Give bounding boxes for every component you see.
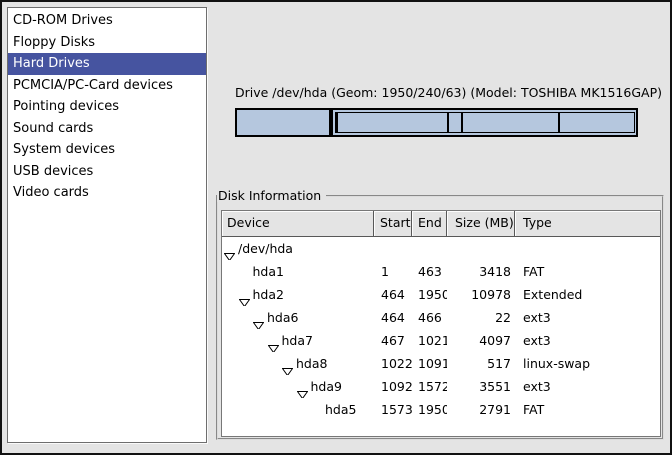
device-cell: hda6 (222, 306, 374, 329)
start-cell: 464 (374, 283, 412, 306)
expander-triangle-icon[interactable] (268, 337, 279, 345)
partition-segment-hda7 (337, 112, 449, 133)
start-cell: 467 (374, 329, 412, 352)
table-header-row: DeviceStartEndSize (MB)Type (222, 211, 660, 237)
start-cell: 1 (374, 260, 412, 283)
sidebar-item-pointing-devices[interactable]: Pointing devices (8, 96, 206, 118)
device-name: hda7 (282, 329, 313, 352)
size-cell: 2791 (447, 398, 515, 421)
size-cell: 3551 (447, 375, 515, 398)
sidebar-item-usb-devices[interactable]: USB devices (8, 161, 206, 183)
column-header-start[interactable]: Start (374, 211, 412, 237)
sidebar-item-system-devices[interactable]: System devices (8, 139, 206, 161)
type-cell: FAT (515, 398, 660, 421)
expander-triangle-icon[interactable] (297, 383, 308, 391)
device-category-list[interactable]: CD-ROM DrivesFloppy DisksHard DrivesPCMC… (7, 7, 207, 443)
device-name: hda2 (253, 283, 284, 306)
column-header-device[interactable]: Device (222, 211, 374, 237)
type-cell: FAT (515, 260, 660, 283)
end-cell: 463 (412, 260, 447, 283)
table-body: /dev/hda hda1 1 463 3418 FAT hda2 464 19… (222, 237, 660, 421)
partition-segment-hda8 (448, 112, 462, 133)
device-cell: hda9 (222, 375, 374, 398)
type-cell: linux-swap (515, 352, 660, 375)
table-row[interactable]: hda8 1022 1091 517 linux-swap (222, 352, 660, 375)
size-cell: 517 (447, 352, 515, 375)
partition-segment-hda5 (559, 112, 635, 133)
device-cell: /dev/hda (222, 237, 374, 260)
table-row[interactable]: hda6 464 466 22 ext3 (222, 306, 660, 329)
end-cell: 1950 (412, 398, 447, 421)
size-cell: 4097 (447, 329, 515, 352)
size-cell: 10978 (447, 283, 515, 306)
partition-bar (235, 108, 638, 137)
table-row[interactable]: hda5 1573 1950 2791 FAT (222, 398, 660, 421)
device-cell: hda5 (222, 398, 374, 421)
column-header-type[interactable]: Type (515, 211, 660, 237)
device-name: hda1 (253, 260, 284, 283)
sidebar-item-floppy-disks[interactable]: Floppy Disks (8, 32, 206, 54)
end-cell: 1021 (412, 329, 447, 352)
hardware-browser-window: CD-ROM DrivesFloppy DisksHard DrivesPCMC… (0, 0, 672, 455)
table-row[interactable]: hda9 1092 1572 3551 ext3 (222, 375, 660, 398)
device-name: hda5 (325, 398, 356, 421)
table-row[interactable]: hda2 464 1950 10978 Extended (222, 283, 660, 306)
sidebar-item-cd-rom-drives[interactable]: CD-ROM Drives (8, 10, 206, 32)
partition-segment-hda2 (331, 108, 638, 137)
partition-segment-hda9 (462, 112, 559, 133)
device-cell: hda7 (222, 329, 374, 352)
sidebar-item-video-cards[interactable]: Video cards (8, 182, 206, 204)
device-name: hda9 (311, 375, 342, 398)
expander-triangle-icon[interactable] (282, 360, 293, 368)
end-cell: 1572 (412, 375, 447, 398)
drive-info-label: Drive /dev/hda (Geom: 1950/240/63) (Mode… (235, 85, 638, 100)
start-cell: 1092 (374, 375, 412, 398)
type-cell (515, 237, 660, 260)
sidebar-item-hard-drives[interactable]: Hard Drives (8, 53, 206, 75)
sidebar-item-sound-cards[interactable]: Sound cards (8, 118, 206, 140)
start-cell: 1022 (374, 352, 412, 375)
device-cell: hda8 (222, 352, 374, 375)
size-cell (447, 237, 515, 260)
table-row[interactable]: hda7 467 1021 4097 ext3 (222, 329, 660, 352)
partition-segment-hda1 (235, 108, 331, 137)
size-cell: 3418 (447, 260, 515, 283)
sidebar-item-pcmcia-pc-card-devices[interactable]: PCMCIA/PC-Card devices (8, 75, 206, 97)
table-row[interactable]: hda1 1 463 3418 FAT (222, 260, 660, 283)
type-cell: Extended (515, 283, 660, 306)
end-cell: 1091 (412, 352, 447, 375)
type-cell: ext3 (515, 329, 660, 352)
table-row[interactable]: /dev/hda (222, 237, 660, 260)
device-cell: hda1 (222, 260, 374, 283)
size-cell: 22 (447, 306, 515, 329)
end-cell: 1950 (412, 283, 447, 306)
type-cell: ext3 (515, 375, 660, 398)
disk-information-label: Disk Information (217, 189, 326, 202)
device-name: /dev/hda (238, 237, 293, 260)
expander-triangle-icon[interactable] (253, 314, 264, 322)
column-header-size-mb[interactable]: Size (MB) (447, 211, 515, 237)
expander-triangle-icon[interactable] (239, 291, 250, 299)
disk-information-table[interactable]: DeviceStartEndSize (MB)Type /dev/hda hda… (221, 210, 661, 437)
device-cell: hda2 (222, 283, 374, 306)
start-cell (374, 237, 412, 260)
device-name: hda6 (267, 306, 298, 329)
type-cell: ext3 (515, 306, 660, 329)
start-cell: 464 (374, 306, 412, 329)
device-name: hda8 (296, 352, 327, 375)
end-cell (412, 237, 447, 260)
expander-triangle-icon[interactable] (224, 245, 235, 253)
start-cell: 1573 (374, 398, 412, 421)
column-header-end[interactable]: End (412, 211, 447, 237)
end-cell: 466 (412, 306, 447, 329)
